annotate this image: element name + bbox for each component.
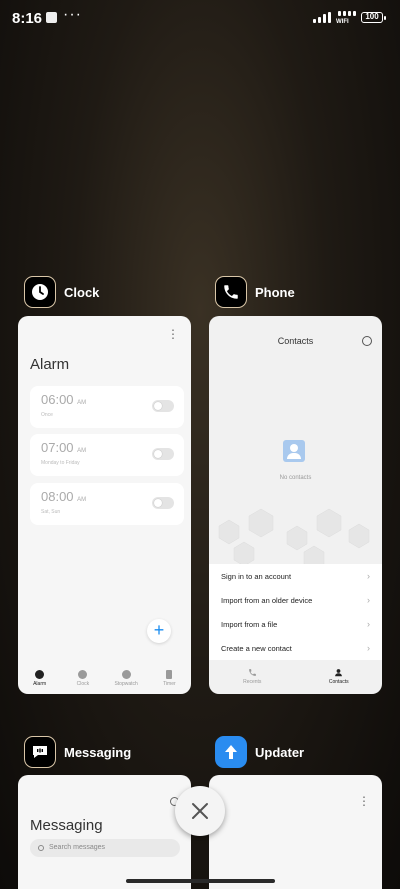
updater-app-card[interactable]: ⋮ [209, 775, 382, 889]
stopwatch-icon [121, 670, 131, 679]
empty-state-text: No contacts [279, 475, 312, 481]
alarm-item[interactable]: 08:00 AM Sat, Sun [30, 483, 184, 525]
battery-icon: 100 [361, 12, 386, 23]
clock-icon [24, 276, 56, 308]
tab-stopwatch[interactable]: Stopwatch [106, 670, 146, 694]
clock-bottom-nav: Alarm Clock Stopwatch Timer [18, 666, 191, 694]
contacts-person-icon [335, 669, 343, 677]
alarm-repeat: Monday to Friday [41, 460, 80, 466]
home-indicator[interactable] [126, 879, 275, 883]
wifi-label: WIFI [336, 19, 349, 25]
status-time: 8:16 [12, 10, 43, 27]
messaging-app-header[interactable]: Messaging [24, 736, 131, 768]
tab-label: Alarm [33, 681, 47, 687]
alarm-toggle[interactable] [152, 448, 174, 460]
battery-level: 100 [365, 12, 379, 21]
updater-app-header[interactable]: Updater [215, 736, 304, 768]
menu-item-label: Import from an older device [221, 595, 313, 605]
search-placeholder: Search messages [49, 844, 106, 851]
add-alarm-button[interactable]: + [147, 619, 171, 643]
notification-icon [46, 12, 57, 23]
tab-label: Recents [243, 679, 262, 685]
clear-all-button[interactable] [175, 786, 225, 836]
import-older-device-item[interactable]: Import from an older device › [209, 588, 382, 612]
tab-label: Stopwatch [114, 681, 138, 687]
messaging-app-card[interactable]: Messaging Search messages [18, 775, 191, 889]
hexagon-pattern-decoration [218, 508, 370, 566]
import-from-file-item[interactable]: Import from a file › [209, 612, 382, 636]
alarm-ampm: AM [77, 400, 87, 406]
clock-app-header[interactable]: Clock [24, 276, 99, 308]
alarm-ampm: AM [77, 448, 87, 454]
tab-alarm[interactable]: Alarm [20, 670, 60, 694]
signal-icon [313, 12, 331, 23]
more-options-icon[interactable]: ⋮ [167, 328, 179, 340]
close-icon [192, 803, 208, 819]
contacts-options-list: Sign in to an account › Import from an ol… [209, 564, 382, 660]
search-icon [38, 845, 44, 851]
alarm-item[interactable]: 07:00 AM Monday to Friday [30, 434, 184, 476]
chevron-right-icon: › [367, 643, 370, 653]
chevron-right-icon: › [367, 619, 370, 629]
tab-label: Timer [163, 681, 176, 687]
contacts-title: Contacts [277, 336, 314, 346]
clock-app-name: Clock [64, 284, 100, 300]
tab-contacts[interactable]: Contacts [309, 668, 369, 694]
create-contact-item[interactable]: Create a new contact › [209, 636, 382, 660]
messaging-title: Messaging [30, 817, 103, 834]
alarm-icon [35, 670, 45, 679]
alarm-toggle[interactable] [152, 497, 174, 509]
phone-bottom-nav: Recents Contacts [209, 664, 382, 694]
alarm-repeat: Sat, Sun [41, 509, 61, 515]
tab-recents[interactable]: Recents [222, 668, 282, 694]
alarm-time: 08:00 [41, 489, 74, 504]
alarm-repeat: Once [41, 412, 53, 418]
menu-item-label: Import from a file [221, 619, 278, 629]
alarm-item[interactable]: 06:00 AM Once [30, 386, 184, 428]
menu-item-label: Sign in to an account [221, 571, 292, 581]
recents-phone-icon [248, 669, 256, 676]
tab-label: Clock [76, 681, 90, 687]
tab-timer[interactable]: Timer [149, 670, 189, 694]
settings-icon[interactable] [362, 336, 372, 346]
messaging-app-name: Messaging [64, 744, 132, 760]
phone-icon [215, 276, 247, 308]
chevron-right-icon: › [367, 571, 370, 581]
wifi-icon [338, 11, 356, 16]
sign-in-account-item[interactable]: Sign in to an account › [209, 564, 382, 588]
alarm-title: Alarm [30, 356, 70, 373]
more-options-icon[interactable]: ⋮ [358, 795, 370, 807]
chevron-right-icon: › [367, 595, 370, 605]
more-notifications-icon: ··· [63, 6, 82, 23]
contact-placeholder-icon [283, 440, 305, 462]
phone-app-header[interactable]: Phone [215, 276, 295, 308]
tab-clock[interactable]: Clock [63, 670, 103, 694]
tab-label: Contacts [328, 679, 349, 685]
updater-arrow-icon [215, 736, 247, 768]
hourglass-icon [166, 670, 173, 679]
phone-app-card[interactable]: Contacts No contacts Sign in to an accou… [209, 316, 382, 694]
alarm-toggle[interactable] [152, 400, 174, 412]
alarm-time: 07:00 [41, 440, 74, 455]
alarm-ampm: AM [77, 497, 87, 503]
status-bar: 8:16 ··· WIFI 100 [0, 0, 400, 36]
alarm-time: 06:00 [41, 392, 74, 407]
menu-item-label: Create a new contact [221, 643, 292, 653]
clock-tab-icon [78, 670, 88, 679]
clock-app-card[interactable]: ⋮ Alarm 06:00 AM Once 07:00 AM Monday to… [18, 316, 191, 694]
updater-app-name: Updater [255, 744, 305, 760]
messaging-icon [24, 736, 56, 768]
phone-app-name: Phone [255, 284, 295, 300]
search-messages-input[interactable]: Search messages [30, 839, 180, 857]
